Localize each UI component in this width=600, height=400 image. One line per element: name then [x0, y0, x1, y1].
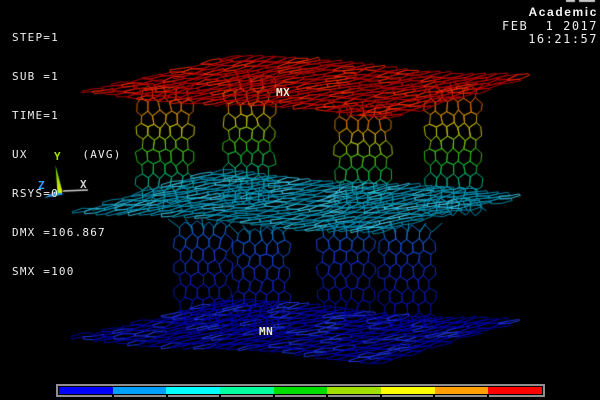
info-line-result: UX (AVG)	[12, 148, 122, 161]
license-label: Academic	[529, 5, 599, 19]
colorbar-segment	[435, 387, 489, 394]
result-info-block: STEP=1 SUB =1 TIME=1 UX (AVG) RSYS=0 DMX…	[12, 5, 122, 304]
info-line-step: STEP=1	[12, 31, 122, 44]
info-line-time: TIME=1	[12, 109, 122, 122]
info-line-rsys: RSYS=0	[12, 187, 122, 200]
colorbar-segment	[274, 387, 328, 394]
colorbar-segment	[113, 387, 167, 394]
colorbar-tick	[487, 394, 489, 400]
contour-colorbar	[56, 384, 545, 400]
colorbar-segment	[381, 387, 435, 394]
colorbar-frame	[56, 384, 545, 397]
colorbar-segment	[327, 387, 381, 394]
info-line-smx: SMX =100	[12, 265, 122, 278]
colorbar-tick	[219, 394, 221, 400]
max-node-label: MX	[276, 88, 290, 98]
triad-x-label: X	[80, 180, 87, 190]
colorbar-tick	[112, 394, 114, 400]
colorbar-segment	[488, 387, 542, 394]
ansys-graphics-window: STEP=1 SUB =1 TIME=1 UX (AVG) RSYS=0 DMX…	[0, 0, 600, 400]
time-label: 16:21:57	[528, 32, 598, 46]
colorbar-segment	[166, 387, 220, 394]
date-label: FEB 1 2017	[502, 19, 598, 33]
triad-z-label: Z	[38, 181, 45, 191]
colorbar-tick	[380, 394, 382, 400]
colorbar-segment	[59, 387, 113, 394]
colorbar-tick	[326, 394, 328, 400]
min-node-label: MN	[259, 327, 273, 337]
info-line-sub: SUB =1	[12, 70, 122, 83]
info-line-dmx: DMX =106.867	[12, 226, 122, 239]
colorbar-tick	[433, 394, 435, 400]
colorbar-segment	[220, 387, 274, 394]
colorbar-tick	[166, 394, 168, 400]
triad-y-label: Y	[54, 152, 61, 162]
colorbar-tick	[273, 394, 275, 400]
